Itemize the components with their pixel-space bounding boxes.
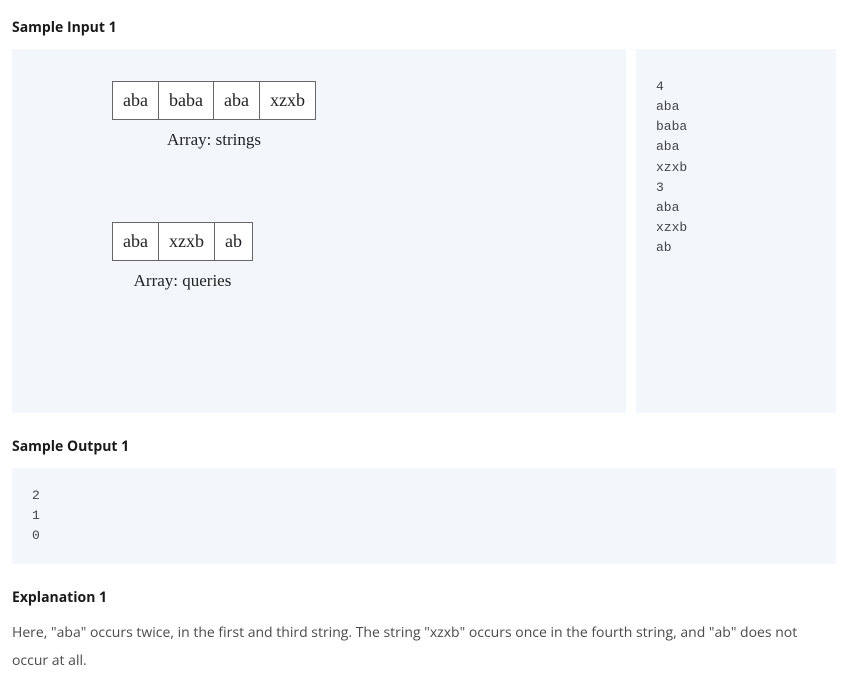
array-cell: baba	[159, 82, 214, 119]
array-cells-strings: aba baba aba xzxb	[112, 81, 316, 120]
array-cell: xzxb	[260, 82, 315, 119]
output-panel: 2 1 0	[12, 468, 836, 564]
array-caption-strings: Array: strings	[167, 130, 261, 150]
array-cell: ab	[215, 223, 252, 260]
sample-input-row: aba baba aba xzxb Array: strings aba xzx…	[12, 49, 836, 413]
sample-input-heading: Sample Input 1	[12, 18, 836, 37]
explanation-text: Here, "aba" occurs twice, in the first a…	[12, 619, 836, 674]
array-block-queries: aba xzxb ab Array: queries	[112, 222, 253, 291]
array-cell: aba	[113, 223, 159, 260]
array-cell: aba	[214, 82, 260, 119]
array-block-strings: aba baba aba xzxb Array: strings	[112, 81, 316, 150]
array-caption-queries: Array: queries	[134, 271, 232, 291]
array-cell: xzxb	[159, 223, 215, 260]
array-cell: aba	[113, 82, 159, 119]
array-cells-queries: aba xzxb ab	[112, 222, 253, 261]
input-panel: 4 aba baba aba xzxb 3 aba xzxb ab	[636, 49, 836, 413]
diagram-panel: aba baba aba xzxb Array: strings aba xzx…	[12, 49, 626, 413]
explanation-heading: Explanation 1	[12, 588, 836, 607]
sample-output-heading: Sample Output 1	[12, 437, 836, 456]
